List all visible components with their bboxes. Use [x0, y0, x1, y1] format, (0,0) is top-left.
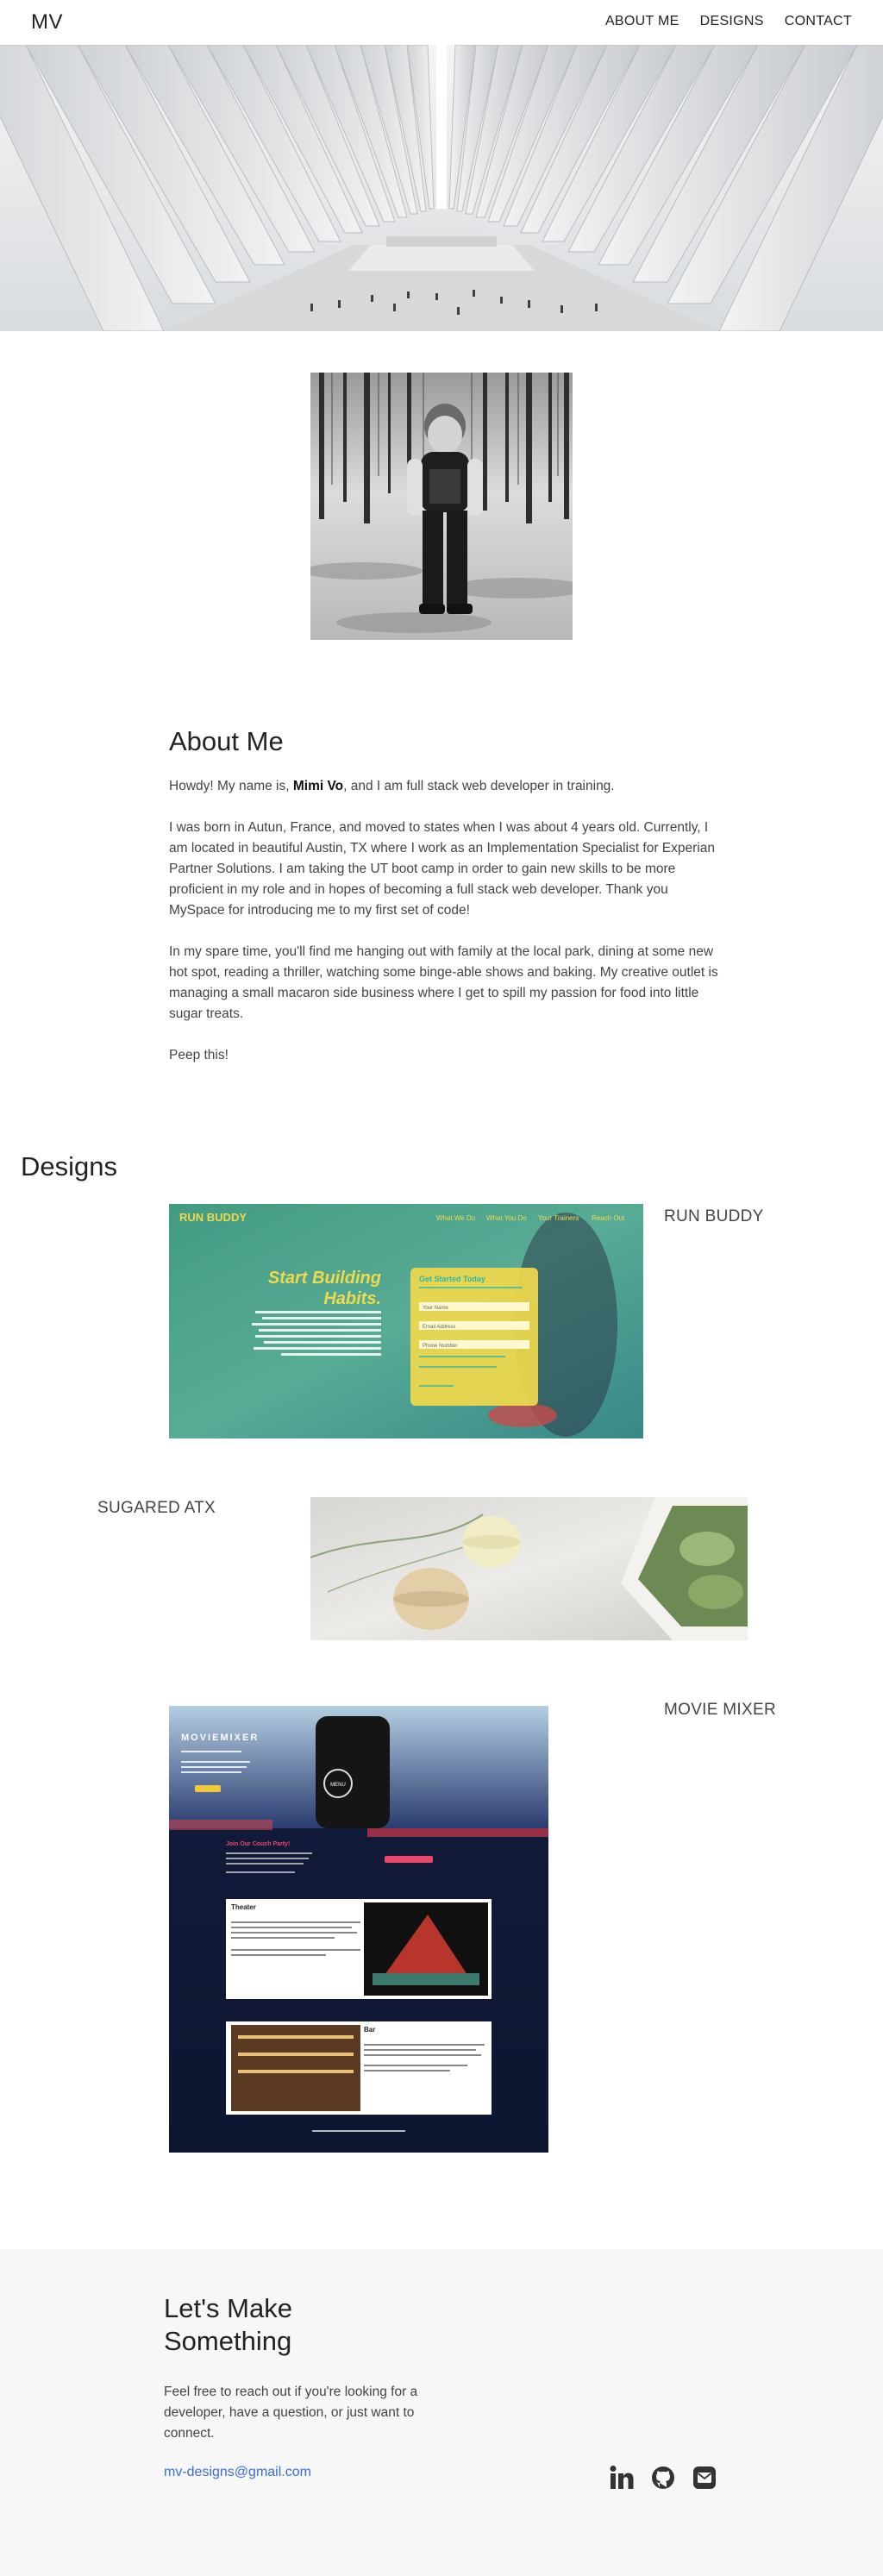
contact-section: Let's Make Something Feel free to reach … — [0, 2249, 883, 2576]
github-icon[interactable] — [650, 2465, 676, 2491]
project-movie-mixer-screenshot[interactable]: MENU MOVIEMIXER Join Our Couch Party! Th… — [169, 1699, 548, 2153]
about-paragraph-peep: Peep this! — [169, 1048, 229, 1062]
nav-link-contact[interactable]: CONTACT — [785, 14, 852, 29]
about-intro-name: Mimi Vo — [292, 779, 344, 793]
run-buddy-preview: RUN BUDDY What We Do What You Do Your Tr… — [169, 1204, 643, 1438]
nav-links: ABOUT ME DESIGNS CONTACT — [605, 14, 852, 29]
run-buddy-field-name: Your Name — [423, 1306, 448, 1311]
project-label-movie-mixer[interactable]: MOVIE MIXER — [664, 1701, 776, 1720]
run-buddy-field-email: Email Address — [423, 1325, 455, 1330]
about-intro-suffix: , and I am full stack web developer in t… — [343, 779, 615, 793]
about-intro: Howdy! My name is, Mimi Vo, and I am ful… — [169, 776, 721, 797]
run-buddy-nav-2: What You Do — [486, 1214, 527, 1222]
project-run-buddy-screenshot[interactable]: RUN BUDDY What We Do What You Do Your Tr… — [169, 1204, 643, 1438]
run-buddy-nav-4: Reach Out — [592, 1214, 625, 1222]
brand-logo[interactable]: MV — [31, 10, 63, 34]
movie-mixer-card-theater-title: Theater — [231, 1903, 256, 1911]
about-heading: About Me — [169, 726, 284, 756]
movie-mixer-card-bar-title: Bar — [364, 2026, 375, 2034]
nav-link-designs[interactable]: DESIGNS — [700, 14, 764, 29]
profile-photo-illustration — [310, 373, 573, 640]
movie-mixer-remote-label: MENU — [330, 1783, 346, 1788]
contact-email-link[interactable]: mv-designs@gmail.com — [164, 2465, 311, 2480]
run-buddy-form-title: Get Started Today — [419, 1275, 485, 1283]
run-buddy-headline-2: Habits. — [323, 1289, 381, 1308]
project-sugared-atx-screenshot[interactable] — [310, 1497, 748, 1640]
project-label-sugared-atx[interactable]: SUGARED ATX — [97, 1499, 216, 1518]
about-paragraph-hobbies: In my spare time, you'll find me hanging… — [169, 944, 718, 1021]
social-links — [609, 2465, 717, 2491]
designs-heading: Designs — [21, 1151, 117, 1181]
run-buddy-headline-1: Start Building — [268, 1269, 381, 1288]
run-buddy-nav-3: Your Trainers — [538, 1214, 579, 1222]
movie-mixer-preview: MENU MOVIEMIXER Join Our Couch Party! Th… — [169, 1699, 548, 2153]
contact-blurb: Feel free to reach out if you're looking… — [164, 2385, 418, 2441]
run-buddy-field-phone: Phone Number — [423, 1344, 457, 1349]
about-section: About Me Howdy! My name is, Mimi Vo, and… — [169, 726, 721, 1087]
hero-architecture-illustration — [0, 45, 883, 331]
nav-link-about-me[interactable]: ABOUT ME — [605, 14, 679, 29]
movie-mixer-party-title: Join Our Couch Party! — [226, 1841, 290, 1847]
about-intro-prefix: Howdy! My name is, — [169, 779, 293, 793]
contact-heading: Let's Make Something — [164, 2293, 292, 2356]
project-label-run-buddy[interactable]: RUN BUDDY — [664, 1207, 764, 1226]
linkedin-icon[interactable] — [609, 2465, 635, 2491]
run-buddy-logo: RUN BUDDY — [179, 1211, 247, 1224]
top-navbar: MV ABOUT ME DESIGNS CONTACT — [0, 0, 883, 45]
hero-image — [0, 45, 883, 331]
profile-photo — [310, 373, 573, 640]
run-buddy-nav-1: What We Do — [436, 1214, 476, 1222]
about-paragraph-background: I was born in Autun, France, and moved t… — [169, 820, 715, 918]
movie-mixer-logo: MOVIEMIXER — [181, 1733, 259, 1743]
mail-icon[interactable] — [692, 2465, 717, 2491]
sugared-atx-preview — [310, 1497, 748, 1640]
